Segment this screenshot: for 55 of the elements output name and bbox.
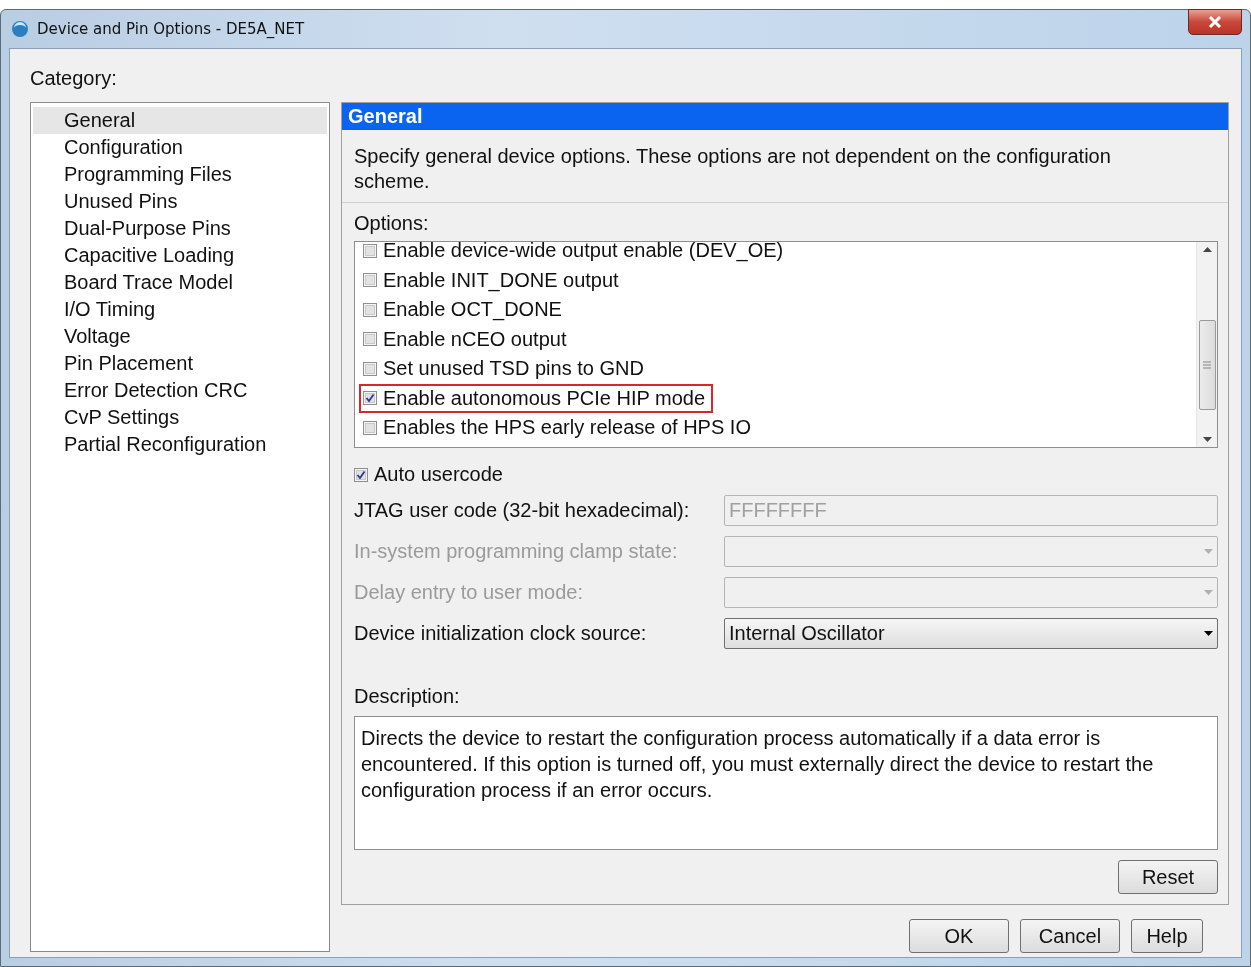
field-label: In-system programming clamp state:	[354, 540, 679, 563]
dropdown[interactable]: Internal Oscillator	[724, 618, 1218, 649]
window-title: Device and Pin Options - DE5A_NET	[37, 20, 306, 38]
category-item[interactable]: Configuration	[33, 134, 327, 161]
close-button[interactable]	[1188, 9, 1242, 35]
app-icon	[11, 20, 29, 38]
dialog-button[interactable]: Cancel	[1020, 919, 1120, 953]
checkbox-label: Auto usercode	[374, 463, 503, 486]
category-label: Category:	[30, 67, 117, 89]
checkbox[interactable]	[363, 420, 377, 435]
category-item[interactable]: CvP Settings	[33, 404, 327, 431]
checkbox[interactable]	[363, 243, 377, 258]
reset-button[interactable]: Reset	[1118, 860, 1218, 894]
category-item[interactable]: Capacitive Loading	[33, 242, 327, 269]
option-label: Enable nCEO output	[383, 327, 567, 351]
category-item[interactable]: General	[33, 107, 327, 134]
scroll-down-icon[interactable]	[1202, 437, 1212, 443]
category-item[interactable]: I/O Timing	[33, 296, 327, 323]
dialog-button[interactable]: OK	[909, 919, 1009, 953]
dropdown-arrow-icon	[1204, 549, 1213, 554]
dropdown-arrow-icon	[1204, 590, 1213, 595]
category-item[interactable]: Unused Pins	[33, 188, 327, 215]
description-text: Directs the device to restart the configuration process automatically if a data error is encountered. If this option is turned off, you must externally direct the device to restart the configuration process if an error occurs.	[354, 716, 1218, 850]
option-label: Set unused TSD pins to GND	[383, 357, 644, 381]
category-item[interactable]: Board Trace Model	[33, 269, 327, 296]
category-item[interactable]: Voltage	[33, 323, 327, 350]
checkbox[interactable]	[363, 273, 377, 288]
options-label: Options:	[354, 212, 429, 234]
panel-title: General	[342, 103, 1228, 130]
field-label: Delay entry to user mode:	[354, 581, 584, 604]
checkbox[interactable]	[363, 332, 377, 347]
field-label: JTAG user code (32-bit hexadecimal):	[354, 499, 691, 522]
checkbox[interactable]	[354, 467, 368, 482]
category-item[interactable]: Programming Files	[33, 161, 327, 188]
option-label: Enable autonomous PCIe HIP mode	[383, 386, 706, 410]
option-label: Enables the HPS early release of HPS IO	[383, 416, 751, 440]
category-item[interactable]: Dual-Purpose Pins	[33, 215, 327, 242]
scroll-up-icon[interactable]	[1202, 246, 1212, 252]
option-label: Enable INIT_DONE output	[383, 268, 619, 292]
option-label: Enable OCT_DONE	[383, 298, 562, 322]
dropdown-arrow-icon	[1204, 631, 1213, 636]
scrollbar[interactable]	[1196, 242, 1217, 447]
category-item[interactable]: Pin Placement	[33, 350, 327, 377]
grip-icon	[1203, 361, 1211, 369]
option-label: Enable device-wide output enable (DEV_OE)	[383, 242, 784, 263]
category-item[interactable]: Partial Reconfiguration	[33, 431, 327, 458]
checkbox[interactable]	[363, 361, 377, 376]
checkbox[interactable]	[363, 302, 377, 317]
description-label: Description:	[354, 685, 460, 707]
field-label: Device initialization clock source:	[354, 622, 648, 645]
checkbox[interactable]	[363, 391, 377, 406]
close-icon	[1208, 16, 1222, 28]
panel-description: Specify general device options. These options are not dependent on the configuration scheme.	[354, 144, 1112, 194]
dialog-button[interactable]: Help	[1131, 919, 1203, 953]
category-item[interactable]: Error Detection CRC	[33, 377, 327, 404]
